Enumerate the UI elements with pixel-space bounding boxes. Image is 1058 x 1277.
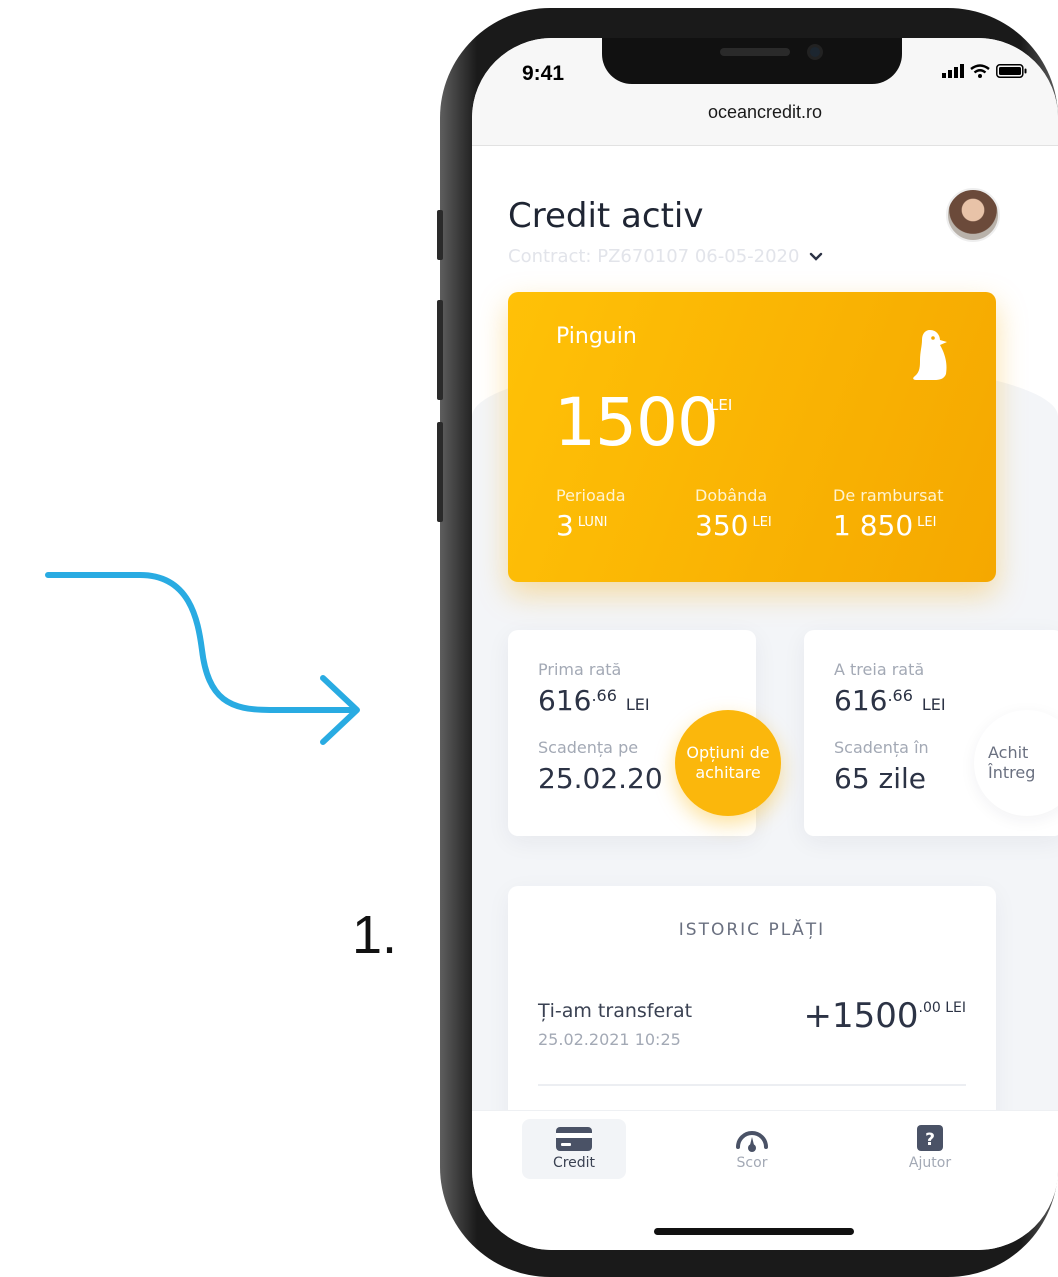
wifi-icon [970,64,990,78]
rate-label: Prima rată [538,660,622,679]
tab-credit[interactable]: Credit [522,1119,626,1179]
contract-selector[interactable]: Contract: PZ670107 06-05-2020 [508,246,823,267]
due-value: 25.02.20 [538,762,663,795]
step-number: 1. [352,905,398,965]
stat-total: De rambursat 1 850 LEI [833,486,944,542]
stat-value: 350 LEI [695,509,772,542]
payment-options-button[interactable]: Opțiuni de achitare [675,710,781,816]
transaction-title: Ți-am transferat [538,1000,693,1022]
home-indicator [654,1228,854,1235]
transaction-amount: +1500.00 LEI [803,996,966,1036]
stat-value: 1 850 LEI [833,509,937,542]
notch [602,38,902,84]
tab-label: Scor [736,1155,768,1171]
front-camera [807,44,823,60]
stat-period: Perioada 3 LUNI [556,486,626,542]
svg-text:?: ? [925,1130,935,1150]
rate-amount: 616.66 LEI [538,684,650,717]
credit-card-icon [556,1127,592,1151]
volume-up-button [437,300,443,400]
battery-icon [996,64,1027,78]
stat-label: De rambursat [833,486,944,505]
due-label: Scadența pe [538,738,639,757]
stat-label: Perioada [556,486,626,505]
help-icon: ? [917,1125,943,1151]
due-label: Scadența în [834,738,929,757]
chevron-down-icon[interactable] [809,250,823,264]
status-time: 9:41 [522,62,565,85]
contract-label: Contract: PZ670107 06-05-2020 [508,246,800,267]
speaker [720,48,790,56]
transaction-date: 25.02.2021 10:25 [538,1030,681,1049]
rate-label: A treia rată [834,660,925,679]
url-text[interactable]: oceancredit.ro [472,102,1058,123]
tab-label: Ajutor [908,1155,952,1171]
mute-switch [437,210,443,260]
stat-value: 3 LUNI [556,509,608,542]
url-bar[interactable]: oceancredit.ro [472,98,1058,146]
history-title: ISTORIC PLĂȚI [678,920,826,940]
tab-score[interactable]: Scor [700,1119,804,1179]
signal-icon [942,64,964,78]
volume-down-button [437,422,443,522]
tab-label: Credit [552,1155,596,1171]
annotation-arrow [45,572,360,745]
penguin-icon [913,330,947,380]
phone-screen: 9:41 oceancredit.ro Credit activ Contrac… [472,38,1058,1250]
credit-amount: 1500 [554,384,719,461]
tab-help[interactable]: ? Ajutor [878,1119,982,1179]
product-name: Pinguin [556,324,637,349]
credit-currency: LEI [710,396,733,414]
divider [538,1084,966,1086]
page-title: Credit activ [508,196,704,236]
rate-amount: 616.66 LEI [834,684,946,717]
status-icons [942,64,1028,78]
due-value: 65 zile [834,762,927,795]
stat-label: Dobânda [695,486,768,505]
stat-interest: Dobânda 350 LEI [695,486,772,542]
gauge-icon [736,1131,768,1152]
avatar[interactable] [946,188,1000,242]
credit-card: Pinguin 1500 LEI Perioada 3 LUNI Dobânda … [508,292,996,582]
